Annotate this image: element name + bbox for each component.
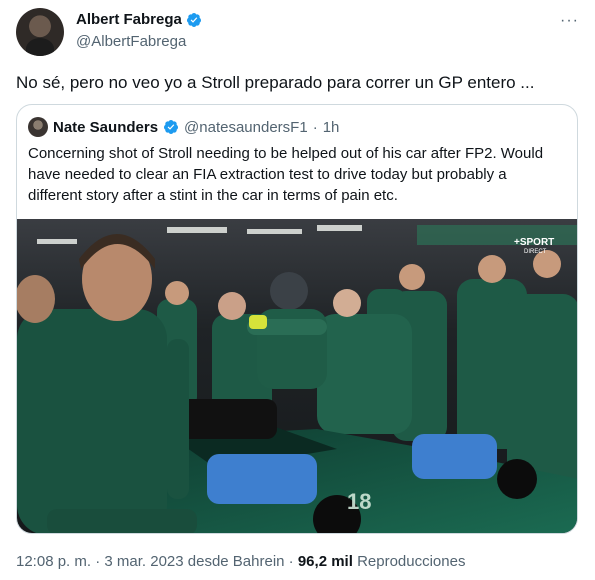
quoted-tweet-header: Nate Saunders @natesaundersF1 · 1h — [28, 117, 339, 137]
views-label: Reproducciones — [357, 553, 466, 570]
author-name[interactable]: Albert Fabrega — [76, 11, 182, 28]
header-separator: · — [312, 118, 318, 136]
media-watermark-sub: DIRECT — [524, 249, 547, 255]
tweet-text: No sé, pero no veo yo a Stroll preparado… — [16, 73, 535, 92]
more-options-icon[interactable]: ··· — [560, 12, 579, 30]
quoted-author-name[interactable]: Nate Saunders — [53, 119, 158, 136]
author-handle[interactable]: @AlbertFabrega — [76, 33, 186, 50]
author-avatar[interactable] — [16, 8, 64, 56]
author-name-row[interactable]: Albert Fabrega — [76, 11, 202, 28]
car-number: 18 — [347, 489, 371, 514]
quoted-author-avatar[interactable] — [28, 117, 48, 137]
views-count: 96,2 mil — [297, 553, 353, 570]
quoted-tweet-photo[interactable]: 18 +SPORT DIRECT — [17, 219, 578, 534]
quoted-tweet-text: Concerning shot of Stroll needing to be … — [28, 145, 544, 204]
tweet-timestamp[interactable]: 12:08 p. m. · 3 mar. 2023 desde Bahrein … — [16, 553, 294, 570]
tweet-footer: 12:08 p. m. · 3 mar. 2023 desde Bahrein … — [16, 553, 465, 570]
quoted-tweet-time[interactable]: 1h — [323, 119, 340, 136]
verified-badge-icon — [186, 12, 201, 27]
verified-badge-icon — [164, 120, 179, 134]
quoted-tweet-card[interactable]: Nate Saunders @natesaundersF1 · 1h Conce… — [16, 104, 578, 534]
media-watermark: +SPORT — [514, 237, 554, 248]
quoted-author-handle[interactable]: @natesaundersF1 — [184, 119, 308, 136]
